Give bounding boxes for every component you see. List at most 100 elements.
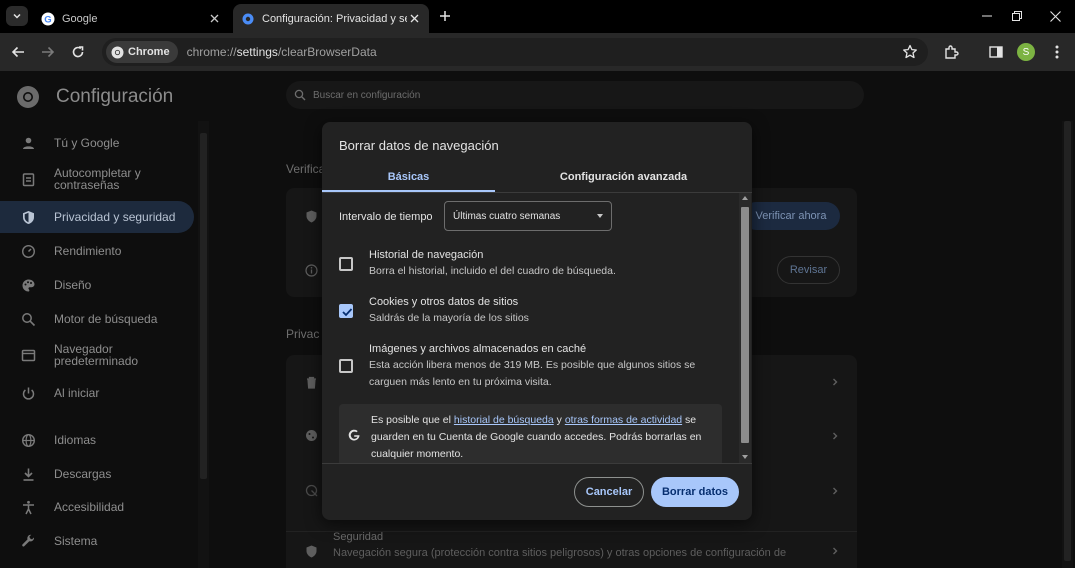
sidebar-item-search-engine[interactable]: Motor de búsqueda [0, 303, 194, 335]
review-button[interactable]: Revisar [777, 256, 840, 284]
tab-google[interactable]: G Google [33, 4, 229, 33]
tab-settings[interactable]: Configuración: Privacidad y seguridad [233, 4, 429, 33]
sidebar-item-downloads[interactable]: Descargas [0, 458, 194, 490]
checkmark-icon [342, 308, 353, 317]
tab-search-button[interactable] [6, 6, 28, 26]
chevron-right-icon[interactable] [830, 431, 840, 441]
url-text: chrome://settings/clearBrowserData [186, 45, 377, 59]
profile-avatar[interactable]: S [1017, 43, 1035, 61]
reload-button[interactable] [68, 42, 88, 62]
sidebar-item-autofill[interactable]: Autocompletar y contraseñas [0, 163, 194, 195]
chevron-down-icon [13, 13, 21, 19]
close-window-button[interactable] [1045, 6, 1065, 26]
cache-option-title: Imágenes y archivos almacenados en caché [369, 343, 587, 355]
safety-check-heading: Verifica [286, 162, 326, 176]
sidebar-item-default-browser[interactable]: Navegador predeterminado [0, 339, 194, 371]
dropdown-arrow-icon [597, 214, 603, 218]
cookies-option-title: Cookies y otros datos de sitios [369, 296, 519, 308]
scrollbar-thumb[interactable] [741, 207, 749, 443]
sidebar-scrollbar[interactable] [198, 121, 209, 568]
dialog-scrollbar[interactable] [739, 193, 751, 463]
cookies-option-description: Saldrás de la mayoría de los sitios [369, 312, 529, 324]
cancel-button[interactable]: Cancelar [574, 477, 644, 507]
browser-toolbar: Chrome chrome://settings/clearBrowserDat… [0, 33, 1075, 71]
power-icon [22, 387, 35, 400]
history-checkbox[interactable] [339, 257, 353, 271]
trash-icon [307, 376, 316, 389]
scroll-down-arrow-icon[interactable] [742, 455, 748, 459]
tab-basic[interactable]: Básicas [322, 162, 495, 192]
close-icon [1049, 10, 1061, 22]
history-option-title: Historial de navegación [369, 249, 484, 261]
sidebar-item-you-and-google[interactable]: Tú y Google [0, 127, 194, 159]
clear-data-button[interactable]: Borrar datos [651, 477, 739, 507]
security-row-description: Navegación segura (protección contra sit… [333, 547, 787, 559]
dialog-title: Borrar datos de navegación [339, 138, 499, 153]
time-range-label: Intervalo de tiempo [339, 211, 433, 223]
back-button[interactable] [8, 42, 28, 62]
search-icon [22, 312, 36, 326]
main-scrollbar[interactable] [1062, 121, 1073, 568]
time-range-select[interactable]: Últimas cuatro semanas [444, 201, 612, 231]
forward-button[interactable] [38, 42, 58, 62]
close-tab-icon[interactable] [207, 12, 221, 26]
sidebar-item-on-startup[interactable]: Al iniciar [0, 377, 194, 409]
cache-checkbox[interactable] [339, 359, 353, 373]
other-activity-link[interactable]: otras formas de actividad [565, 414, 682, 426]
settings-header: Configuración [16, 85, 173, 109]
sidebar-item-accessibility[interactable]: Accesibilidad [0, 491, 194, 523]
tab-advanced[interactable]: Configuración avanzada [495, 162, 752, 192]
address-bar[interactable]: Chrome chrome://settings/clearBrowserDat… [102, 38, 928, 66]
privacy-heading: Privac [286, 327, 320, 341]
svg-text:G: G [44, 14, 51, 25]
chrome-logo-icon [17, 86, 39, 108]
google-account-info-text: Es posible que el historial de búsqueda … [371, 414, 702, 460]
bookmark-star-icon[interactable] [902, 44, 918, 60]
minimize-icon [982, 15, 992, 17]
sidebar-item-privacy[interactable]: Privacidad y seguridad [0, 201, 194, 233]
cookies-checkbox[interactable] [339, 304, 353, 318]
wrench-icon [22, 534, 35, 547]
chevron-right-icon[interactable] [830, 377, 840, 387]
chip-label: Chrome [128, 46, 170, 58]
security-row-title: Seguridad [333, 531, 384, 543]
page-title: Configuración [56, 86, 174, 107]
chevron-right-icon[interactable] [830, 546, 840, 556]
restore-button[interactable] [1007, 6, 1027, 26]
side-panel-button[interactable] [986, 42, 1006, 62]
close-tab-icon[interactable] [407, 12, 421, 26]
browser-icon [21, 349, 36, 361]
minimize-button[interactable] [977, 6, 997, 26]
dialog-body: Intervalo de tiempo Últimas cuatro seman… [322, 193, 752, 463]
arrow-right-icon [42, 46, 55, 58]
verify-now-button[interactable]: Verificar ahora [742, 202, 840, 230]
sidebar-item-system[interactable]: Sistema [0, 525, 194, 557]
globe-icon [21, 433, 36, 447]
sidebar-item-appearance[interactable]: Diseño [0, 269, 194, 301]
extensions-button[interactable] [941, 42, 961, 62]
search-placeholder: Buscar en configuración [313, 89, 421, 101]
tab-title: Configuración: Privacidad y seguridad [262, 12, 407, 25]
reload-icon [72, 46, 84, 58]
accessibility-icon [23, 500, 34, 514]
tab-strip: G Google Configuración: Privacidad y seg… [0, 0, 1075, 33]
cookie-icon [306, 430, 317, 441]
site-info-chip[interactable]: Chrome [106, 41, 178, 63]
settings-search-input[interactable]: Buscar en configuración [286, 81, 864, 109]
gear-icon [242, 13, 254, 24]
search-icon [294, 89, 306, 101]
sidebar-item-languages[interactable]: Idiomas [0, 424, 194, 456]
shield-icon [23, 210, 34, 224]
google-account-info-box: Es posible que el historial de búsqueda … [339, 404, 722, 463]
palette-icon [22, 279, 35, 291]
search-history-link[interactable]: historial de búsqueda [454, 414, 554, 426]
history-option-description: Borra el historial, incluido el del cuad… [369, 265, 616, 277]
new-tab-button[interactable] [436, 7, 454, 25]
chevron-right-icon[interactable] [830, 486, 840, 496]
info-icon [305, 264, 318, 277]
download-icon [23, 468, 34, 481]
footer-divider [322, 463, 752, 464]
sidebar-item-performance[interactable]: Rendimiento [0, 235, 194, 267]
menu-button[interactable] [1047, 42, 1067, 62]
scroll-up-arrow-icon[interactable] [742, 196, 748, 200]
